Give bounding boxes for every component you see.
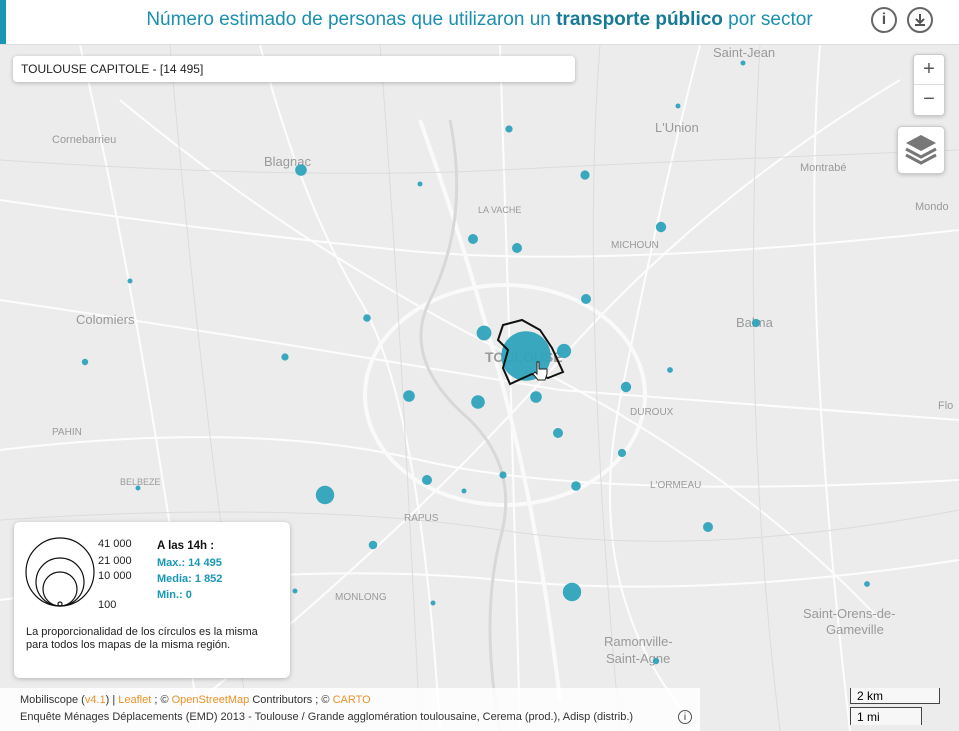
layers-button[interactable] [897,126,945,174]
place-label: Mondo [915,201,949,213]
legend-max: Max.: 14 495 [157,557,222,569]
place-label: Cornebarrieu [52,134,116,146]
legend-value: 21 000 [98,555,132,567]
attribution-line-1: Mobiliscope (v4.1) | Leaflet ; © OpenStr… [20,694,371,706]
sector-circle[interactable] [422,475,432,485]
sector-circle[interactable] [461,488,467,494]
sector-circle[interactable] [655,221,667,233]
sector-circle[interactable] [368,540,378,550]
attrib-sep: ) | [105,694,119,706]
title-text-bold: transporte público [556,9,723,30]
attrib-contrib: Contributors ; © [249,694,333,706]
legend-value: 41 000 [98,538,132,550]
sector-circle[interactable] [505,125,513,133]
attrib-mobiliscope: Mobiliscope ( [20,694,85,706]
zoom-in-button[interactable]: + [914,55,944,84]
sector-circle[interactable] [864,581,870,587]
scale-bar: 2 km 1 mi [850,688,942,728]
place-label: BELBEZE [120,477,161,487]
sector-circle[interactable] [135,485,141,491]
sector-circle[interactable] [430,600,436,606]
place-label: Colomiers [76,312,135,327]
sector-circle[interactable] [652,657,660,665]
sector-circle[interactable] [512,243,522,253]
title-text-end: por sector [722,9,813,30]
sector-circle[interactable] [127,278,133,284]
sector-circle[interactable] [403,390,415,402]
sector-circle[interactable] [476,325,492,341]
map-canvas[interactable]: Saint-Jean L'Union Cornebarrieu Blagnac … [0,45,959,731]
sector-circle[interactable] [417,181,423,187]
scale-mi: 1 mi [850,707,922,725]
sector-circle[interactable] [703,522,713,532]
sector-circle[interactable] [81,358,89,366]
place-label: MICHOUN [611,240,659,251]
place-label: Saint-Agne [606,651,670,666]
place-label: Montrabé [800,162,846,174]
sector-circle[interactable] [667,367,673,373]
legend-value: 100 [98,599,117,611]
title-bar: Número estimado de personas que utilizar… [0,0,959,45]
sector-circle[interactable] [553,428,563,438]
place-label: Flo [938,400,953,412]
sector-circle[interactable] [471,395,485,409]
place-label: MONLONG [335,592,387,603]
sector-circle[interactable] [617,448,627,458]
sector-circle[interactable] [468,234,478,244]
place-label: Saint-Jean [713,45,775,60]
sector-circle[interactable] [581,294,591,304]
place-label: L'ORMEAU [650,480,701,491]
place-label: RAPUS [404,513,439,524]
sector-circle[interactable] [556,343,572,359]
scale-km: 2 km [850,688,940,704]
place-label: Gameville [826,622,884,637]
sector-circle[interactable] [751,318,761,328]
sector-circle[interactable] [499,471,507,479]
place-label: L'Union [655,120,699,135]
sector-circle[interactable] [292,588,298,594]
legend: 41 000 21 000 10 000 100 A las 14h : Max… [14,522,290,678]
attribution: Mobiliscope (v4.1) | Leaflet ; © OpenStr… [0,688,700,731]
sector-circle[interactable] [315,485,335,505]
sector-circle[interactable] [562,582,582,602]
zoom-control: + − [913,54,945,116]
osm-link[interactable]: OpenStreetMap [172,694,250,706]
attribution-line-2: Enquête Ménages Déplacements (EMD) 2013 … [20,711,634,723]
legend-note: La proporcionalidad de los círculos es l… [26,626,258,651]
layers-icon [905,135,937,165]
sector-circle[interactable] [363,314,371,322]
selected-sector-label: TOULOUSE CAPITOLE - [14 495] [13,56,575,82]
download-icon[interactable] [907,7,933,33]
sector-circle[interactable] [620,381,632,393]
carto-link[interactable]: CARTO [333,694,371,706]
page-title: Número estimado de personas que utilizar… [0,9,959,31]
legend-time: A las 14h : [157,540,215,552]
place-label: LA VACHE [478,205,521,215]
sector-circle[interactable] [675,103,681,109]
zoom-out-button[interactable]: − [914,85,944,114]
sector-circle[interactable] [740,60,746,66]
sector-circle[interactable] [580,170,590,180]
sector-circle[interactable] [281,353,289,361]
place-label: Saint-Orens-de- [803,606,895,621]
place-label: Ramonville- [604,634,673,649]
info-icon[interactable]: i [871,7,897,33]
title-text-start: Número estimado de personas que utilizar… [146,9,557,30]
sector-circle[interactable] [530,391,542,403]
sector-circle[interactable] [571,481,581,491]
legend-value: 10 000 [98,570,132,582]
legend-min: Min.: 0 [157,589,192,601]
version-link[interactable]: v4.1 [85,694,106,706]
legend-mean: Media: 1 852 [157,573,223,585]
place-label: PAHIN [52,427,82,438]
attrib-sep: ; © [151,694,172,706]
source-info-icon[interactable]: i [678,710,692,724]
leaflet-link[interactable]: Leaflet [118,694,151,706]
place-label: DUROUX [630,407,674,418]
sector-circle[interactable] [295,164,307,176]
